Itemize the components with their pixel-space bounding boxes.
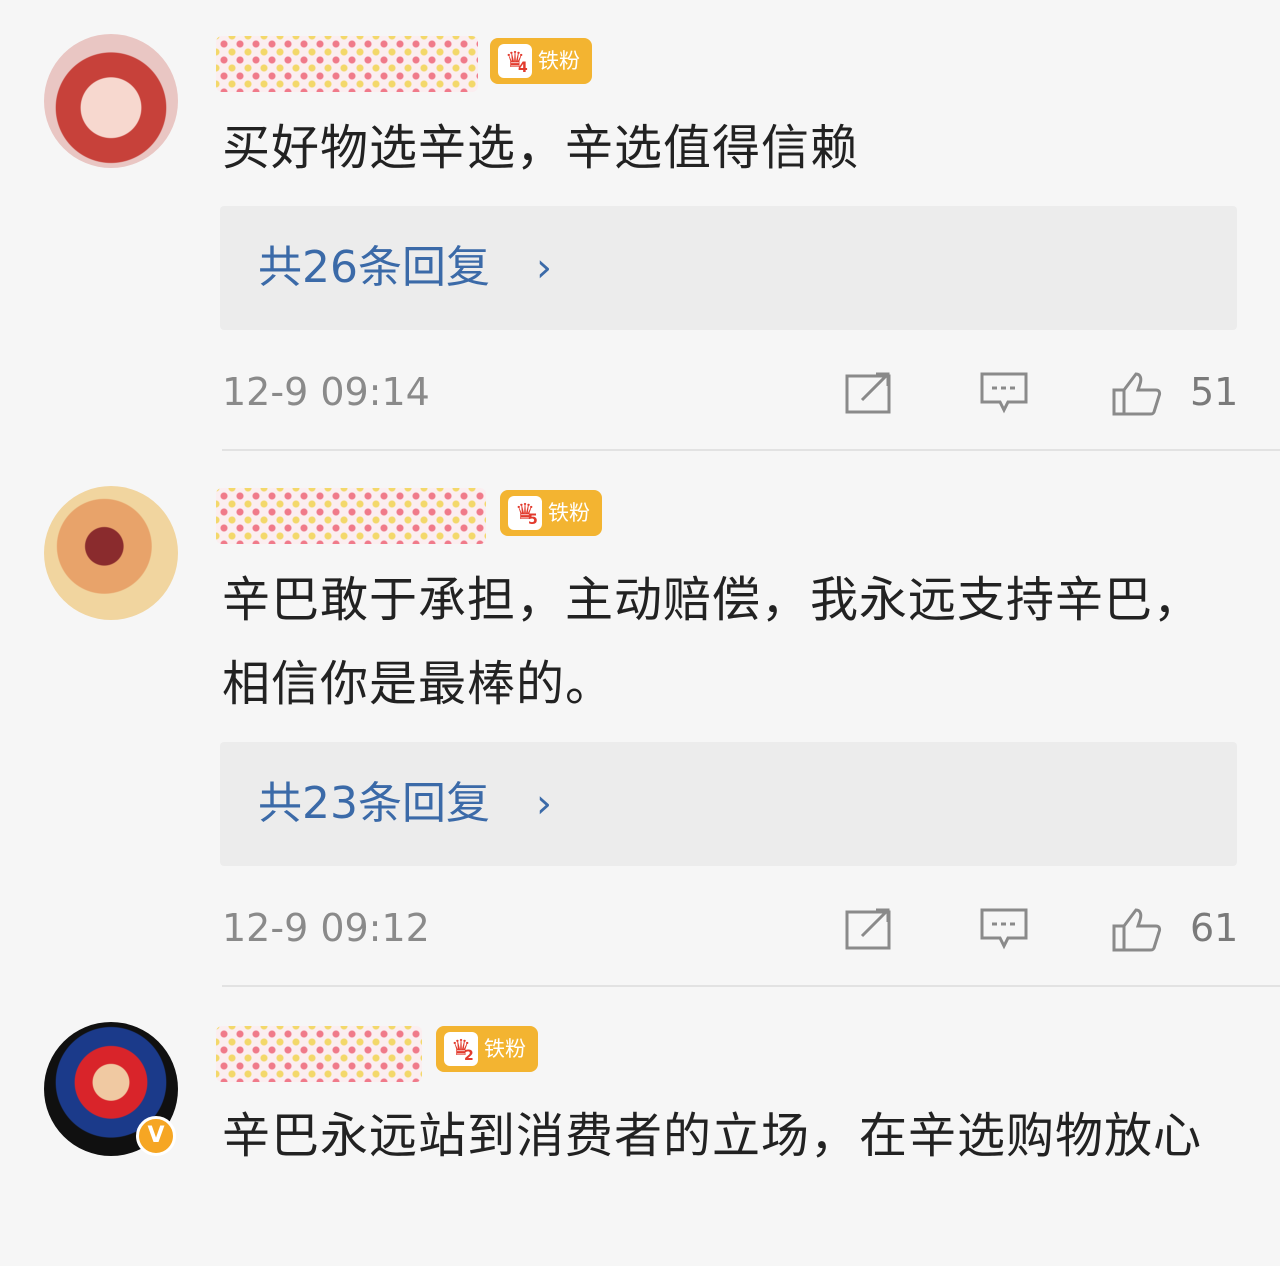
username-redacted[interactable] bbox=[216, 1026, 422, 1082]
timestamp: 12-9 09:14 bbox=[222, 370, 430, 414]
replies-count: 共26条回复 bbox=[258, 242, 490, 293]
comment-item: ♛ 5 铁粉 辛巴敢于承担，主动赔偿，我永远支持辛巴，相信你是最棒的。 共23条… bbox=[0, 452, 1280, 987]
like-count: 51 bbox=[1190, 370, 1239, 414]
divider bbox=[222, 985, 1280, 987]
fan-badge-label: 铁粉 bbox=[548, 501, 590, 525]
thumbs-up-icon[interactable] bbox=[1110, 906, 1162, 952]
timestamp: 12-9 09:12 bbox=[222, 906, 430, 950]
comment-meta: 12-9 09:12 61 bbox=[0, 898, 1280, 958]
avatar[interactable] bbox=[44, 486, 178, 620]
comment-icon[interactable] bbox=[978, 906, 1030, 952]
chevron-right-icon: › bbox=[536, 245, 552, 291]
comment-text: 辛巴敢于承担，主动赔偿，我永远支持辛巴，相信你是最棒的。 bbox=[222, 572, 1203, 712]
fan-badge[interactable]: ♛ 5 铁粉 bbox=[500, 490, 602, 536]
comment-icon[interactable] bbox=[978, 370, 1030, 416]
fan-badge-label: 铁粉 bbox=[538, 49, 580, 73]
replies-button[interactable]: 共26条回复 › bbox=[220, 206, 1237, 330]
fan-badge[interactable]: ♛ 2 铁粉 bbox=[436, 1026, 538, 1072]
share-icon[interactable] bbox=[844, 370, 896, 416]
like-count: 61 bbox=[1190, 906, 1239, 950]
comment-item: V ♛ 2 铁粉 辛巴永远站到消费者的立场，在辛选购物放心 bbox=[0, 988, 1280, 1266]
fan-level: 5 bbox=[528, 512, 538, 528]
username-redacted[interactable] bbox=[216, 36, 478, 92]
comment-meta: 12-9 09:14 51 bbox=[0, 362, 1280, 422]
replies-count: 共23条回复 bbox=[258, 778, 490, 829]
comment-item: ♛ 4 铁粉 买好物选辛选，辛选值得信赖 共26条回复 › 12-9 09:14… bbox=[0, 0, 1280, 451]
avatar[interactable] bbox=[44, 34, 178, 168]
comment-text: 买好物选辛选，辛选值得信赖 bbox=[222, 120, 860, 176]
fan-badge[interactable]: ♛ 4 铁粉 bbox=[490, 38, 592, 84]
replies-button[interactable]: 共23条回复 › bbox=[220, 742, 1237, 866]
thumbs-up-icon[interactable] bbox=[1110, 370, 1162, 416]
fan-badge-label: 铁粉 bbox=[484, 1037, 526, 1061]
verified-badge-icon: V bbox=[136, 1116, 176, 1156]
fan-level: 2 bbox=[464, 1048, 474, 1064]
divider bbox=[222, 449, 1280, 451]
fan-level: 4 bbox=[518, 60, 528, 76]
username-redacted[interactable] bbox=[216, 488, 486, 544]
share-icon[interactable] bbox=[844, 906, 896, 952]
comment-text: 辛巴永远站到消费者的立场，在辛选购物放心 bbox=[222, 1108, 1203, 1164]
chevron-right-icon: › bbox=[536, 781, 552, 827]
